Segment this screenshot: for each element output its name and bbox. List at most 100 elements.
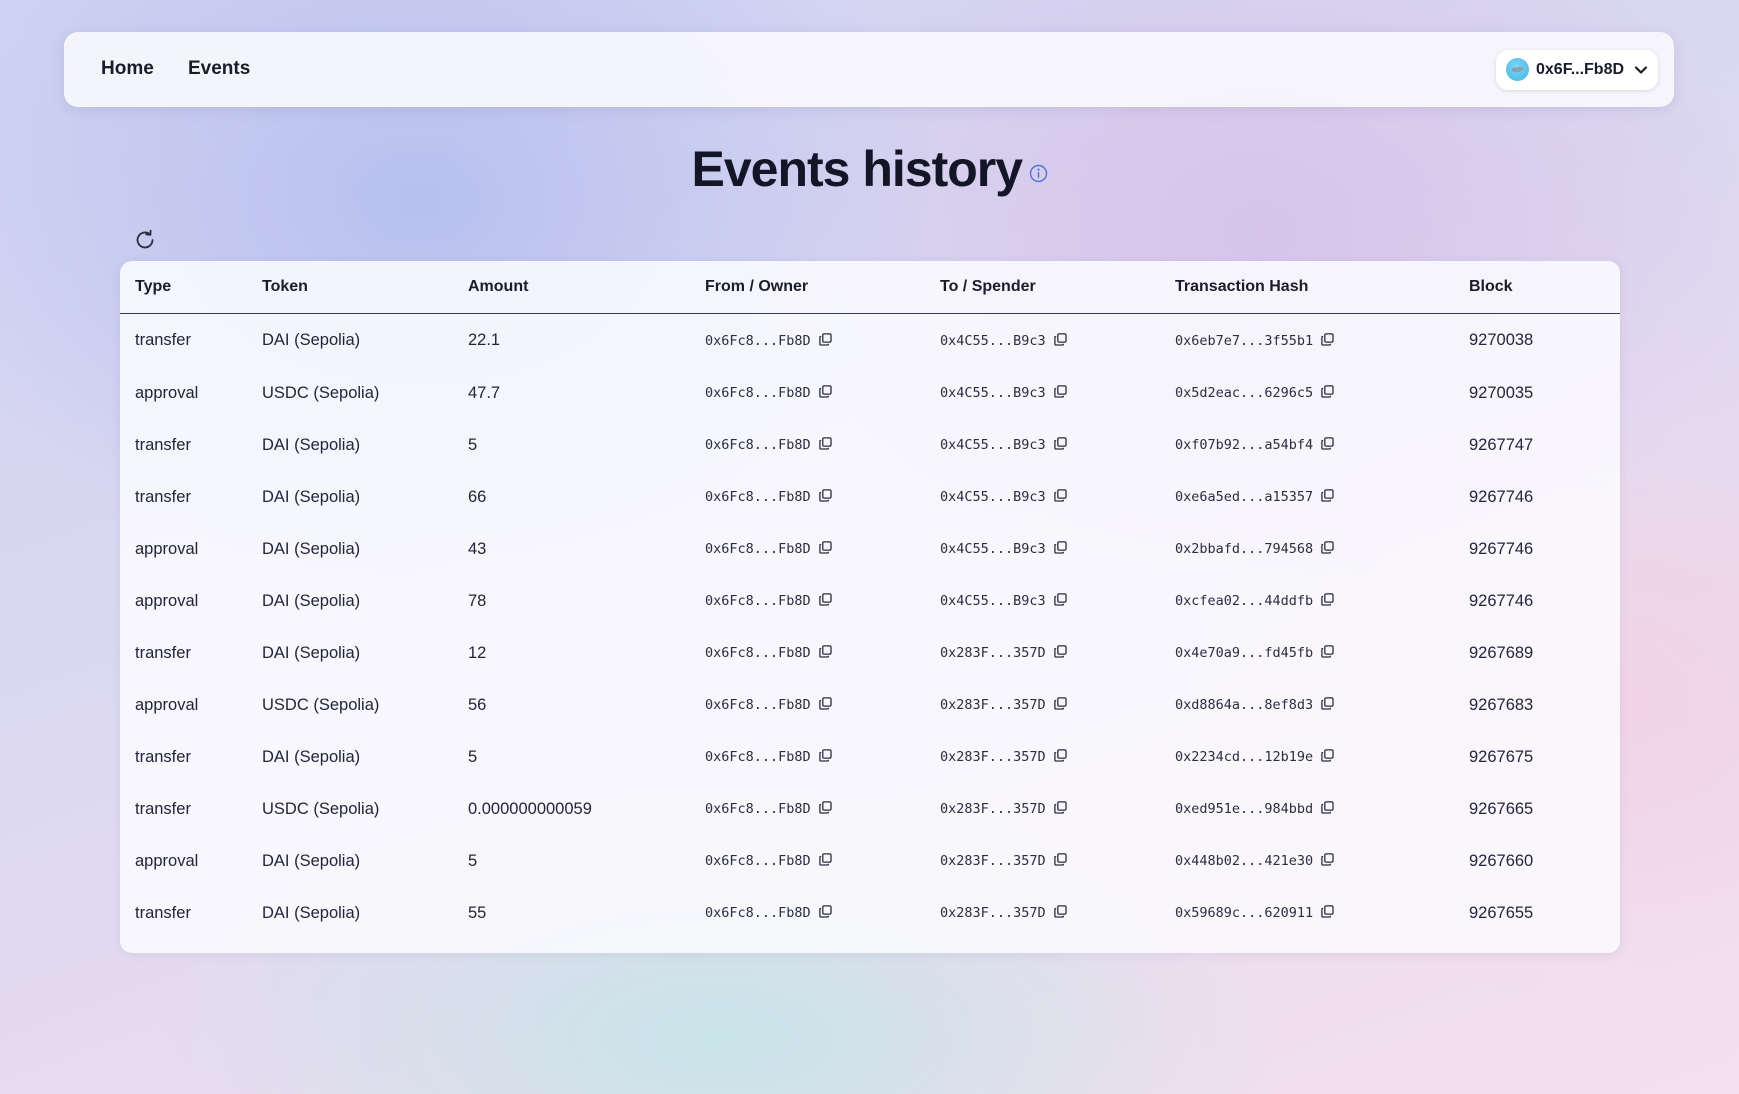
cell-to: 0x283F...357D	[925, 887, 1160, 939]
column-header-type[interactable]: Type	[120, 261, 247, 314]
wallet-button[interactable]: 0x6F...Fb8D	[1496, 50, 1658, 90]
copy-icon[interactable]	[818, 592, 832, 611]
cell-type-value: transfer	[135, 799, 191, 818]
column-header-block[interactable]: Block	[1454, 261, 1620, 314]
copy-icon[interactable]	[1053, 644, 1067, 663]
cell-to: 0x283F...357D	[925, 835, 1160, 887]
copy-icon[interactable]	[1321, 748, 1334, 767]
copy-icon[interactable]	[818, 644, 832, 663]
table-body: transfer DAI (Sepolia) 22.1 0x6Fc8...Fb8D 0x…	[120, 314, 1620, 940]
copy-icon[interactable]	[1053, 436, 1067, 455]
cell-token: DAI (Sepolia)	[247, 419, 453, 471]
column-header-token[interactable]: Token	[247, 261, 453, 314]
cell-from: 0x6Fc8...Fb8D	[690, 679, 925, 731]
column-header-to[interactable]: To / Spender	[925, 261, 1160, 314]
cell-from: 0x6Fc8...Fb8D	[690, 731, 925, 783]
copy-icon[interactable]	[1053, 800, 1067, 819]
nav-events-link[interactable]: Events	[188, 58, 250, 80]
column-header-from[interactable]: From / Owner	[690, 261, 925, 314]
copy-icon[interactable]	[1321, 540, 1334, 559]
cell-hash-value: 0xed951e...984bbd	[1175, 801, 1314, 817]
copy-icon[interactable]	[818, 904, 832, 923]
cell-from-value: 0x6Fc8...Fb8D	[705, 645, 811, 661]
cell-type: transfer	[120, 783, 247, 835]
cell-from: 0x6Fc8...Fb8D	[690, 835, 925, 887]
copy-icon[interactable]	[1053, 592, 1067, 611]
copy-icon[interactable]	[1053, 748, 1067, 767]
copy-icon[interactable]	[1321, 696, 1334, 715]
table-row: transfer DAI (Sepolia) 5 0x6Fc8...Fb8D 0x283…	[120, 731, 1620, 783]
cell-block: 9267655	[1454, 887, 1620, 939]
cell-hash: 0xe6a5ed...a15357	[1160, 471, 1454, 523]
cell-hash-value: 0x2234cd...12b19e	[1175, 749, 1314, 765]
cell-block-value: 9267675	[1469, 747, 1534, 766]
table-row: approval USDC (Sepolia) 47.7 0x6Fc8...Fb8D 0…	[120, 367, 1620, 419]
nav-home-link[interactable]: Home	[101, 58, 154, 80]
cell-type: transfer	[120, 314, 247, 368]
copy-icon[interactable]	[1321, 904, 1334, 923]
cell-amount: 66	[453, 471, 690, 523]
cell-amount: 5	[453, 731, 690, 783]
table-row: transfer DAI (Sepolia) 66 0x6Fc8...Fb8D 0x4C…	[120, 471, 1620, 523]
copy-icon[interactable]	[1053, 332, 1067, 351]
copy-icon[interactable]	[1053, 904, 1067, 923]
copy-icon[interactable]	[818, 540, 832, 559]
cell-token: DAI (Sepolia)	[247, 835, 453, 887]
wallet-avatar	[1506, 58, 1529, 81]
refresh-icon[interactable]	[133, 228, 157, 252]
table-row: approval DAI (Sepolia) 43 0x6Fc8...Fb8D 0x4C…	[120, 523, 1620, 575]
cell-to: 0x4C55...B9c3	[925, 575, 1160, 627]
table-row: transfer DAI (Sepolia) 12 0x6Fc8...Fb8D 0x28…	[120, 627, 1620, 679]
copy-icon[interactable]	[1053, 852, 1067, 871]
table-row: approval DAI (Sepolia) 5 0x6Fc8...Fb8D 0x283…	[120, 835, 1620, 887]
cell-to-value: 0x283F...357D	[940, 697, 1046, 713]
copy-icon[interactable]	[818, 384, 832, 403]
cell-token-value: DAI (Sepolia)	[262, 591, 361, 610]
copy-icon[interactable]	[818, 436, 832, 455]
cell-token-value: USDC (Sepolia)	[262, 383, 380, 402]
copy-icon[interactable]	[818, 696, 832, 715]
cell-from-value: 0x6Fc8...Fb8D	[705, 749, 811, 765]
copy-icon[interactable]	[1321, 488, 1334, 507]
copy-icon[interactable]	[1321, 384, 1334, 403]
column-header-hash[interactable]: Transaction Hash	[1160, 261, 1454, 314]
cell-to-value: 0x4C55...B9c3	[940, 593, 1046, 609]
copy-icon[interactable]	[1321, 852, 1334, 871]
cell-amount-value: 22.1	[468, 331, 501, 349]
cell-from-value: 0x6Fc8...Fb8D	[705, 489, 811, 505]
copy-icon[interactable]	[1053, 488, 1067, 507]
cell-block: 9267683	[1454, 679, 1620, 731]
cell-type-value: transfer	[135, 487, 191, 506]
table-row: transfer DAI (Sepolia) 5 0x6Fc8...Fb8D 0x4C5…	[120, 419, 1620, 471]
copy-icon[interactable]	[1321, 644, 1334, 663]
cell-block: 9267746	[1454, 523, 1620, 575]
copy-icon[interactable]	[1053, 540, 1067, 559]
copy-icon[interactable]	[1321, 800, 1334, 819]
copy-icon[interactable]	[1321, 436, 1334, 455]
cell-block-value: 9267683	[1469, 695, 1534, 714]
cell-type-value: transfer	[135, 435, 191, 454]
copy-icon[interactable]	[818, 488, 832, 507]
column-header-amount[interactable]: Amount	[453, 261, 690, 314]
cell-type-value: transfer	[135, 903, 191, 922]
copy-icon[interactable]	[818, 800, 832, 819]
cell-amount: 43	[453, 523, 690, 575]
events-table: Type Token Amount From / Owner To / Spen…	[120, 261, 1620, 939]
copy-icon[interactable]	[818, 852, 832, 871]
copy-icon[interactable]	[1053, 384, 1067, 403]
cell-hash-value: 0x6eb7e7...3f55b1	[1175, 332, 1314, 349]
copy-icon[interactable]	[1053, 696, 1067, 715]
copy-icon[interactable]	[818, 748, 832, 767]
cell-token-value: USDC (Sepolia)	[262, 799, 380, 818]
cell-amount: 5	[453, 835, 690, 887]
copy-icon[interactable]	[1321, 332, 1334, 351]
copy-icon[interactable]	[818, 332, 832, 351]
cell-to-value: 0x4C55...B9c3	[940, 489, 1046, 505]
cell-hash: 0x448b02...421e30	[1160, 835, 1454, 887]
cell-type: transfer	[120, 471, 247, 523]
info-circle-icon[interactable]	[1029, 164, 1048, 188]
cell-hash-value: 0x4e70a9...fd45fb	[1175, 645, 1314, 661]
copy-icon[interactable]	[1321, 592, 1334, 611]
cell-block-value: 9267689	[1469, 643, 1534, 662]
cell-from: 0x6Fc8...Fb8D	[690, 523, 925, 575]
